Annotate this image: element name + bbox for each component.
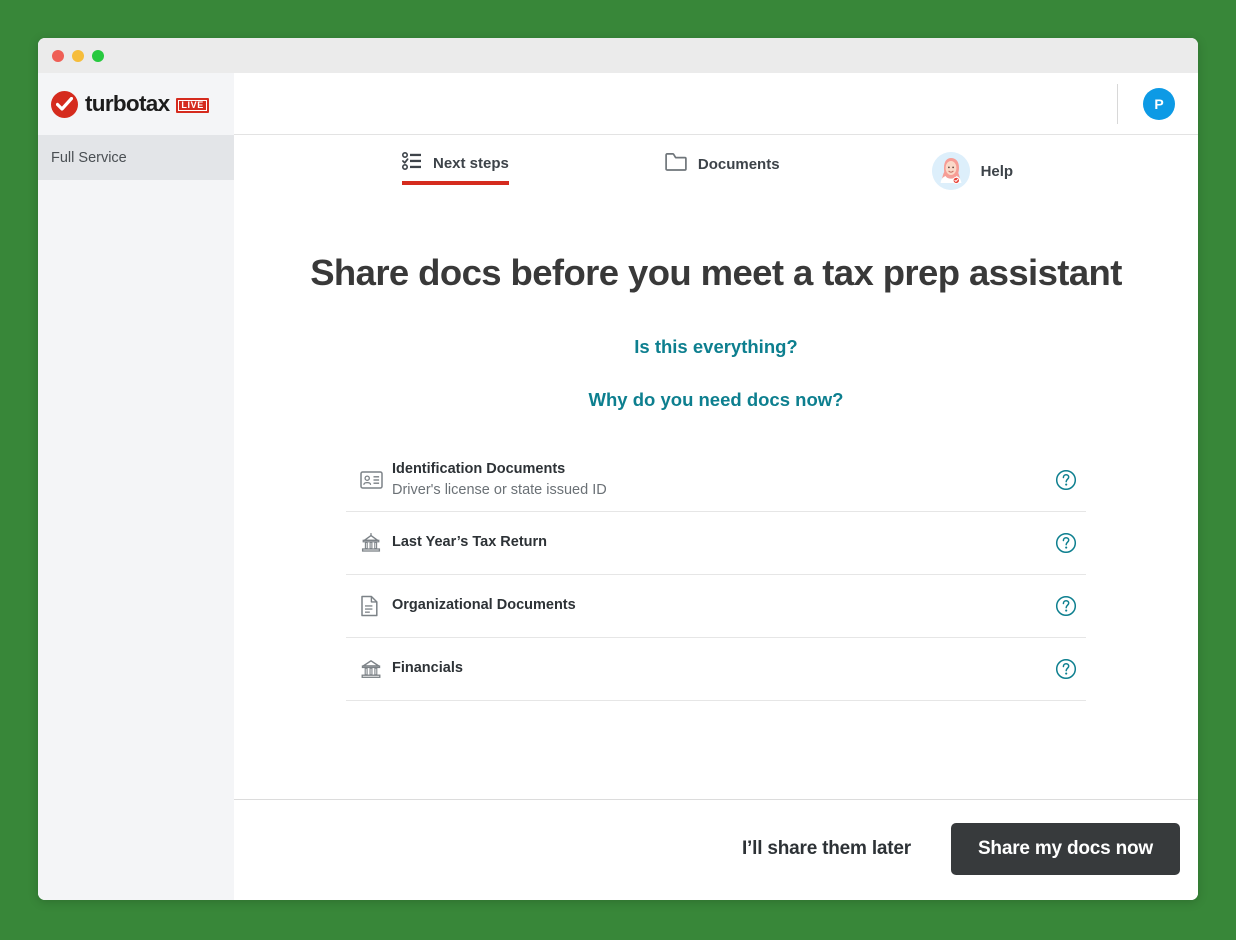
share-docs-now-button[interactable]: Share my docs now <box>950 823 1180 875</box>
id-card-icon <box>346 470 392 490</box>
turbotax-logo[interactable]: turbotax LIVE <box>38 73 234 135</box>
sidebar: turbotax LIVE Full Service <box>38 73 234 900</box>
window-titlebar <box>38 38 1198 73</box>
link-row-is-this-everything: Is this everything? <box>258 336 1174 358</box>
minimize-window-button[interactable] <box>72 49 84 62</box>
table-row[interactable]: Last Year’s Tax Return <box>346 512 1086 575</box>
document-text: Last Year’s Tax Return <box>392 532 1046 553</box>
help-circle-icon[interactable] <box>1046 595 1086 617</box>
government-building-icon <box>346 532 392 554</box>
tab-next-steps[interactable]: Next steps <box>401 151 509 185</box>
tab-help[interactable]: Help <box>931 152 1014 200</box>
help-circle-icon[interactable] <box>1046 532 1086 554</box>
document-title: Last Year’s Tax Return <box>392 534 548 551</box>
folder-icon <box>665 152 687 176</box>
sidebar-item-full-service[interactable]: Full Service <box>38 135 234 180</box>
primary-tabs: Next steps Documents Help <box>401 135 1198 200</box>
content-area: P Next steps Documents Help Share docs b… <box>234 73 1198 900</box>
document-text: Identification Documents Driver's licens… <box>392 459 1046 501</box>
document-title: Organizational Documents <box>392 597 576 614</box>
bank-icon <box>346 658 392 680</box>
footer-actions: I’ll share them later Share my docs now <box>234 800 1198 900</box>
close-window-button[interactable] <box>52 49 64 62</box>
document-title: Financials <box>392 660 463 677</box>
check-icon <box>51 90 78 118</box>
brand-wordmark: turbotax <box>85 91 170 116</box>
documents-list: Identification Documents Driver's licens… <box>346 449 1086 701</box>
help-circle-icon[interactable] <box>1046 658 1086 680</box>
table-row[interactable]: Identification Documents Driver's licens… <box>346 449 1086 512</box>
agent-avatar-icon <box>931 152 970 190</box>
tab-label: Next steps <box>433 155 509 172</box>
window-body: turbotax LIVE Full Service P Next steps … <box>38 73 1198 900</box>
table-row[interactable]: Organizational Documents <box>346 575 1086 638</box>
document-text: Financials <box>392 658 1046 679</box>
sidebar-item-label: Full Service <box>51 149 127 166</box>
document-icon <box>346 595 392 617</box>
document-text: Organizational Documents <box>392 595 1046 616</box>
user-avatar[interactable]: P <box>1143 87 1175 120</box>
maximize-window-button[interactable] <box>92 49 104 62</box>
help-circle-icon[interactable] <box>1046 469 1086 491</box>
is-this-everything-link[interactable]: Is this everything? <box>634 336 797 358</box>
table-row[interactable]: Financials <box>346 638 1086 701</box>
share-later-button[interactable]: I’ll share them later <box>742 838 911 860</box>
tab-documents[interactable]: Documents <box>665 152 780 186</box>
link-row-why-docs-now: Why do you need docs now? <box>258 389 1174 411</box>
app-window: turbotax LIVE Full Service P Next steps … <box>38 38 1198 900</box>
main-panel: Share docs before you meet a tax prep as… <box>234 200 1198 799</box>
header-divider <box>1117 83 1118 124</box>
active-tab-indicator <box>402 181 509 185</box>
tab-label: Documents <box>697 155 780 173</box>
checklist-icon <box>401 151 422 175</box>
document-subtitle: Driver's license or state issued ID <box>392 482 607 498</box>
document-title: Identification Documents <box>392 460 566 477</box>
tab-label: Help <box>980 162 1014 180</box>
live-badge: LIVE <box>176 97 209 113</box>
why-do-you-need-docs-now-link[interactable]: Why do you need docs now? <box>589 389 844 411</box>
page-title: Share docs before you meet a tax prep as… <box>310 252 1122 293</box>
main-spacer <box>258 701 1174 799</box>
top-header-bar: P <box>234 73 1198 135</box>
